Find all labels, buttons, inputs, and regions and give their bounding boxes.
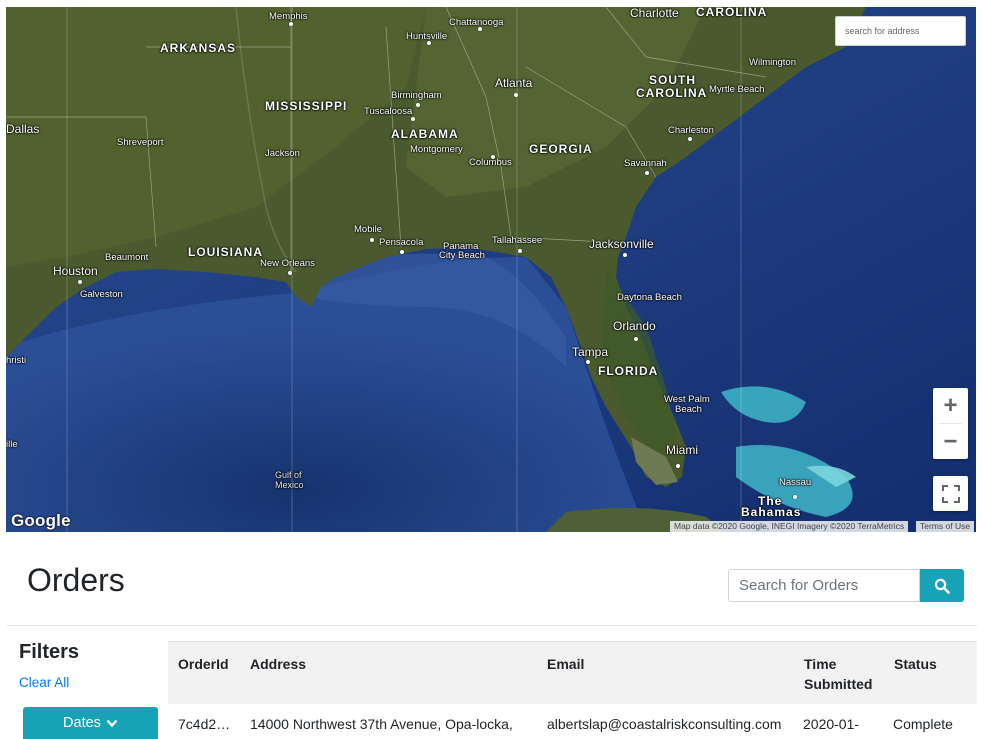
map-label: Mobile	[354, 224, 382, 235]
filters-heading: Filters	[19, 641, 80, 663]
map-label: ARKANSAS	[160, 41, 237, 55]
city-marker	[634, 337, 638, 341]
zoom-in-button[interactable]: +	[933, 388, 968, 423]
map-label: Myrtle Beach	[709, 84, 765, 95]
column-header-time-line2: Submitted	[804, 676, 873, 692]
map-label: Beaumont	[105, 252, 149, 263]
map-label: Nassau	[779, 477, 812, 488]
column-header-time-line1: Time	[804, 656, 837, 672]
map-label: CAROLINA	[636, 86, 708, 100]
map-label: ille	[6, 439, 18, 450]
city-marker	[645, 171, 649, 175]
map-label: CAROLINA	[696, 7, 768, 19]
cell-time-submitted: 2020-01-	[803, 716, 860, 732]
map-label: SOUTH	[649, 73, 696, 87]
city-marker	[289, 22, 293, 26]
city-marker	[518, 249, 522, 253]
search-icon	[934, 578, 950, 594]
map-attribution: Map data ©2020 Google, INEGI Imagery ©20…	[670, 521, 909, 532]
map-label: Gulf of	[275, 470, 302, 480]
fullscreen-icon	[941, 484, 960, 503]
map-label: Charlotte	[630, 7, 679, 20]
column-header-status[interactable]: Status	[894, 654, 937, 674]
map-label: Charleston	[668, 125, 714, 136]
map-label: Columbus	[469, 157, 512, 168]
city-marker	[370, 238, 374, 242]
city-marker	[514, 93, 518, 97]
map-label: Atlanta	[495, 76, 533, 90]
map-label: LOUISIANA	[188, 245, 263, 259]
map-label: Pensacola	[379, 237, 424, 248]
search-button[interactable]	[920, 569, 964, 602]
map-label: Savannah	[624, 158, 667, 169]
terms-of-use-link[interactable]: Terms of Use	[916, 521, 975, 532]
map-label: New Orleans	[260, 258, 315, 269]
city-marker	[78, 280, 82, 284]
orders-search-input[interactable]	[728, 569, 920, 602]
map-label: Chattanooga	[449, 17, 504, 28]
map-label: Huntsville	[406, 31, 448, 42]
map-label: Jacksonville	[589, 237, 654, 251]
column-header-email[interactable]: Email	[547, 654, 584, 674]
map-label: Beach	[675, 404, 702, 415]
cell-order-id: 7c4d2…	[178, 716, 231, 732]
map-label: Jackson	[265, 148, 300, 159]
city-marker	[288, 271, 292, 275]
clear-all-filters-link[interactable]: Clear All	[19, 675, 69, 690]
google-logo: Google	[11, 511, 71, 530]
map-label: Wilmington	[749, 57, 796, 68]
city-marker	[400, 250, 404, 254]
column-header-time-submitted[interactable]: Time Submitted	[804, 654, 872, 694]
chevron-down-icon	[106, 719, 118, 727]
map-label: Miami	[666, 443, 698, 457]
map-label: GEORGIA	[529, 142, 593, 156]
map-label: ALABAMA	[391, 127, 459, 141]
map-label: City Beach	[439, 250, 485, 261]
zoom-out-button[interactable]: −	[933, 424, 968, 459]
map-label: Memphis	[269, 11, 308, 22]
map-label: Houston	[53, 264, 98, 278]
city-marker	[411, 117, 415, 121]
map-label: Orlando	[613, 319, 656, 333]
map-label: MISSISSIPPI	[265, 99, 348, 113]
map-label: Daytona Beach	[617, 292, 682, 303]
map-label: FLORIDA	[598, 364, 659, 378]
column-header-order-id[interactable]: OrderId	[178, 654, 229, 674]
dates-filter-button[interactable]: Dates	[23, 707, 158, 739]
map-label: Galveston	[80, 289, 123, 300]
cell-address: 14000 Northwest 37th Avenue, Opa-locka,	[250, 716, 513, 732]
map-label: Bahamas	[741, 505, 802, 519]
city-marker	[586, 360, 590, 364]
map-label: Tampa	[572, 345, 609, 359]
dates-filter-label: Dates	[63, 715, 101, 731]
city-marker	[793, 495, 797, 499]
map-label: Tallahassee	[492, 235, 543, 246]
map-label: Mexico	[275, 480, 304, 490]
fullscreen-button[interactable]	[933, 476, 968, 511]
city-marker	[688, 137, 692, 141]
map-address-search-input[interactable]	[835, 16, 966, 46]
map-label: Shreveport	[117, 137, 164, 148]
zoom-controls: + −	[933, 388, 968, 459]
cell-email: albertslap@coastalriskconsulting.com	[547, 716, 782, 732]
satellite-map-imagery	[6, 7, 976, 532]
map-label: Tuscaloosa	[364, 106, 413, 117]
map-label: hristi	[6, 355, 27, 366]
column-header-address[interactable]: Address	[250, 654, 306, 674]
page-title: Orders	[27, 562, 125, 598]
orders-table-header: OrderId Address Email Time Submitted Sta…	[168, 641, 977, 704]
map-label: Montgomery	[410, 144, 463, 155]
city-marker	[416, 103, 420, 107]
map-label: Dallas	[6, 122, 40, 136]
map-view[interactable]: Memphis Chattanooga Charlotte CAROLINA A…	[6, 7, 976, 532]
cell-status: Complete	[893, 716, 953, 732]
city-marker	[676, 464, 680, 468]
map-label: Birmingham	[391, 90, 442, 101]
city-marker	[623, 253, 627, 257]
section-divider	[6, 625, 977, 626]
